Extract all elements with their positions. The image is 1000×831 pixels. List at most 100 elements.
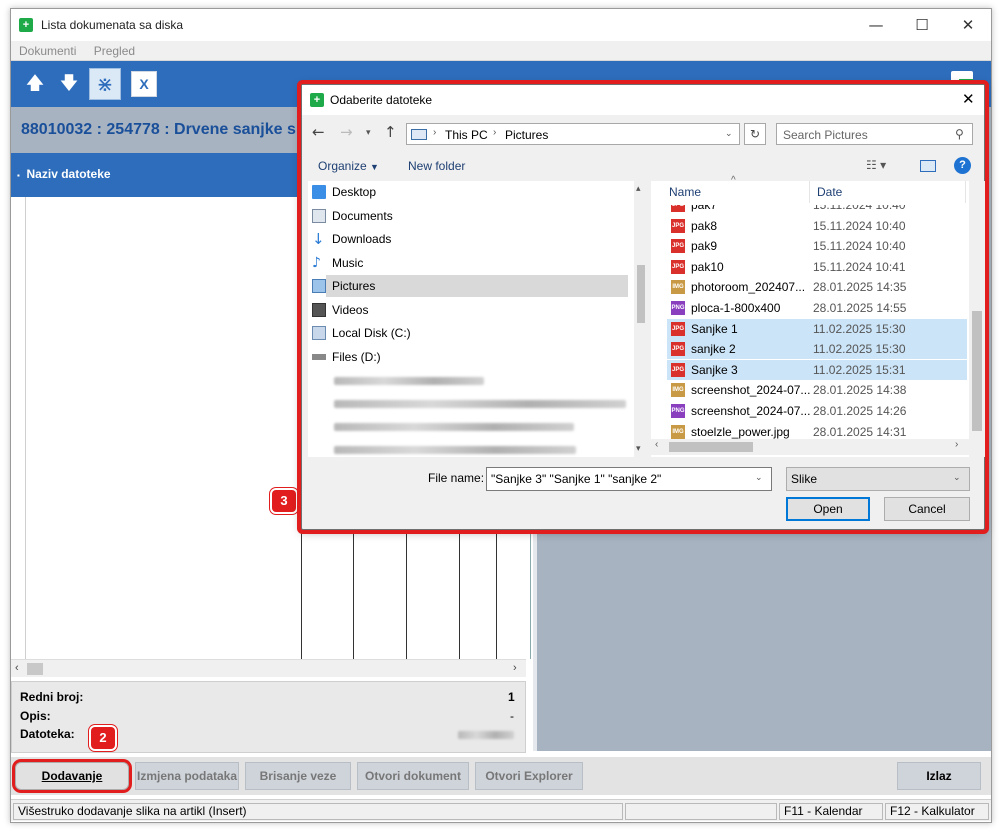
opis-label: Opis:	[20, 709, 51, 723]
documents-icon	[312, 209, 326, 223]
split-button[interactable]: ⋇	[89, 68, 121, 100]
cancel-button[interactable]: Cancel	[884, 497, 970, 521]
filename-value: "Sanjke 3" "Sanjke 1" "sanjke 2"	[491, 472, 662, 486]
file-row[interactable]: JPG pak10 15.11.2024 10:41	[667, 257, 967, 277]
file-date: 28.01.2025 14:35	[813, 280, 907, 295]
pictures-icon	[312, 279, 326, 293]
up-folder-icon[interactable]: ↑	[384, 123, 397, 141]
file-row[interactable]: JPG sanjke 2 11.02.2025 15:30	[667, 339, 967, 360]
dialog-title: Odaberite datoteke	[330, 93, 433, 107]
file-row[interactable]: IMG screenshot_2024-07... 28.01.2025 14:38	[667, 380, 967, 400]
file-name: Sanjke 1	[691, 321, 738, 336]
tree-item-videos[interactable]: Videos	[312, 299, 368, 321]
horizontal-scrollbar[interactable]: ‹ ›	[11, 659, 526, 677]
column-date[interactable]: Date	[817, 181, 842, 203]
status-empty	[625, 803, 777, 820]
open-button[interactable]: Open	[786, 497, 870, 521]
file-row[interactable]: IMG photoroom_202407... 28.01.2025 14:35	[667, 277, 967, 297]
file-vscroll-thumb[interactable]	[972, 311, 982, 431]
new-folder-button[interactable]: New folder	[408, 159, 465, 173]
callout-3: 3	[272, 490, 296, 512]
scroll-thumb[interactable]	[27, 663, 43, 675]
tree-item-documents[interactable]: Documents	[312, 205, 393, 227]
png-file-icon: PNG	[671, 404, 685, 418]
address-bar[interactable]: › This PC › Pictures ⌄	[406, 123, 740, 145]
menu-dokumenti[interactable]: Dokumenti	[19, 44, 76, 58]
open-file-dialog: + Odaberite datoteke ✕ ← → ▾ ↑ › This PC…	[301, 84, 985, 530]
file-row[interactable]: PNG screenshot_2024-07... 28.01.2025 14:26	[667, 401, 967, 421]
info-panel: Redni broj: 1 Opis: - Datoteka:	[11, 681, 526, 753]
status-f12[interactable]: F12 - Kalkulator	[885, 803, 989, 820]
tree-item-downloads[interactable]: ↓ Downloads	[312, 228, 391, 250]
scroll-right-icon[interactable]: ›	[513, 662, 517, 674]
maximize-button[interactable]: ☐	[899, 9, 945, 41]
filename-input[interactable]: "Sanjke 3" "Sanjke 1" "sanjke 2" ⌄	[486, 467, 772, 491]
status-f11[interactable]: F11 - Kalendar	[779, 803, 883, 820]
redni-broj-value: 1	[508, 690, 515, 704]
brisanje-veze-button[interactable]: Brisanje veze	[245, 762, 351, 790]
move-down-icon[interactable]: 🡇	[57, 72, 81, 96]
file-name: Sanjke 3	[691, 362, 738, 377]
button-bar: Dodavanje Izmjena podataka Brisanje veze…	[11, 757, 991, 795]
move-up-icon[interactable]: 🡅	[23, 72, 47, 96]
datoteka-label: Datoteka:	[20, 727, 75, 741]
file-date: 15.11.2024 10:40	[813, 239, 906, 254]
filetype-select[interactable]: Slike ⌄	[786, 467, 970, 491]
preview-pane-icon[interactable]	[920, 160, 936, 172]
file-row[interactable]: JPG pak9 15.11.2024 10:40	[667, 236, 967, 256]
file-vscrollbar[interactable]	[969, 181, 985, 457]
search-input[interactable]: Search Pictures ⚲	[776, 123, 973, 145]
file-date: 11.02.2025 15:31	[813, 362, 906, 377]
organize-button[interactable]: Organize ▼	[318, 159, 379, 173]
breadcrumb-pictures[interactable]: Pictures	[505, 128, 548, 142]
file-list[interactable]: Name ^ Date JPG pak7 15.11.2024 10:40 JPG pa…	[651, 175, 985, 457]
file-row[interactable]: JPG Sanjke 1 11.02.2025 15:30	[667, 318, 967, 339]
file-row[interactable]: JPG pak8 15.11.2024 10:40	[667, 216, 967, 236]
desktop-icon	[312, 185, 326, 199]
file-hscroll-thumb[interactable]	[669, 442, 753, 452]
redacted-network-item-2[interactable]	[334, 400, 626, 408]
filename-dropdown-icon[interactable]: ⌄	[755, 472, 763, 483]
tree-item-pictures[interactable]: Pictures	[312, 275, 628, 297]
file-hscrollbar[interactable]: ‹ ›	[651, 439, 969, 455]
excel-export-icon[interactable]: X	[131, 71, 157, 97]
menu-pregled[interactable]: Pregled	[94, 44, 135, 58]
help-icon[interactable]: ?	[954, 157, 971, 174]
redacted-network-item-1[interactable]	[334, 377, 484, 385]
izmjena-podataka-button[interactable]: Izmjena podataka	[135, 762, 239, 790]
tree-item-music[interactable]: ♪ Music	[312, 252, 363, 274]
navigation-tree[interactable]: Desktop Documents ↓ Downloads ♪ Music Pict…	[308, 181, 648, 457]
minimize-button[interactable]: —	[853, 9, 899, 41]
redacted-network-item-3[interactable]	[334, 423, 574, 431]
file-row[interactable]: JPG Sanjke 3 11.02.2025 15:31	[667, 359, 967, 380]
refresh-icon[interactable]: ↻	[744, 123, 766, 145]
img-file-icon: IMG	[671, 280, 685, 295]
file-row[interactable]: PNG ploca-1-800x400 28.01.2025 14:55	[667, 298, 967, 318]
otvori-dokument-button[interactable]: Otvori dokument	[357, 762, 469, 790]
tree-item-desktop[interactable]: Desktop	[312, 181, 376, 203]
column-name[interactable]: Name	[669, 181, 701, 203]
izlaz-button[interactable]: Izlaz	[897, 762, 981, 790]
menu-bar: Dokumenti Pregled	[11, 41, 991, 61]
recent-locations-icon[interactable]: ▾	[366, 127, 371, 138]
videos-icon	[312, 303, 326, 317]
tree-scroll-thumb[interactable]	[637, 265, 645, 323]
back-icon[interactable]: ←	[312, 123, 325, 141]
forward-icon[interactable]: →	[340, 123, 353, 141]
dodavanje-button[interactable]: Dodavanje	[15, 762, 129, 790]
tree-item-files-d[interactable]: Files (D:)	[312, 346, 381, 368]
close-button[interactable]: ✕	[945, 9, 991, 41]
dialog-close-icon[interactable]: ✕	[962, 90, 975, 108]
file-name: pak8	[691, 218, 718, 233]
filetype-dropdown-icon: ⌄	[953, 472, 961, 482]
view-options-icon[interactable]: ☷ ▾	[866, 158, 886, 172]
column-naziv-datoteke[interactable]: Naziv datoteke	[27, 167, 111, 181]
address-dropdown-icon[interactable]: ⌄	[725, 128, 733, 139]
breadcrumb-this-pc[interactable]: This PC	[445, 128, 488, 142]
otvori-explorer-button[interactable]: Otvori Explorer	[475, 762, 583, 790]
tree-scrollbar[interactable]: ▴ ▾	[634, 181, 648, 457]
scroll-left-icon[interactable]: ‹	[15, 662, 19, 674]
downloads-icon: ↓	[312, 230, 325, 248]
tree-item-local-disk[interactable]: Local Disk (C:)	[312, 322, 411, 344]
redacted-network-item-4[interactable]	[334, 446, 576, 454]
